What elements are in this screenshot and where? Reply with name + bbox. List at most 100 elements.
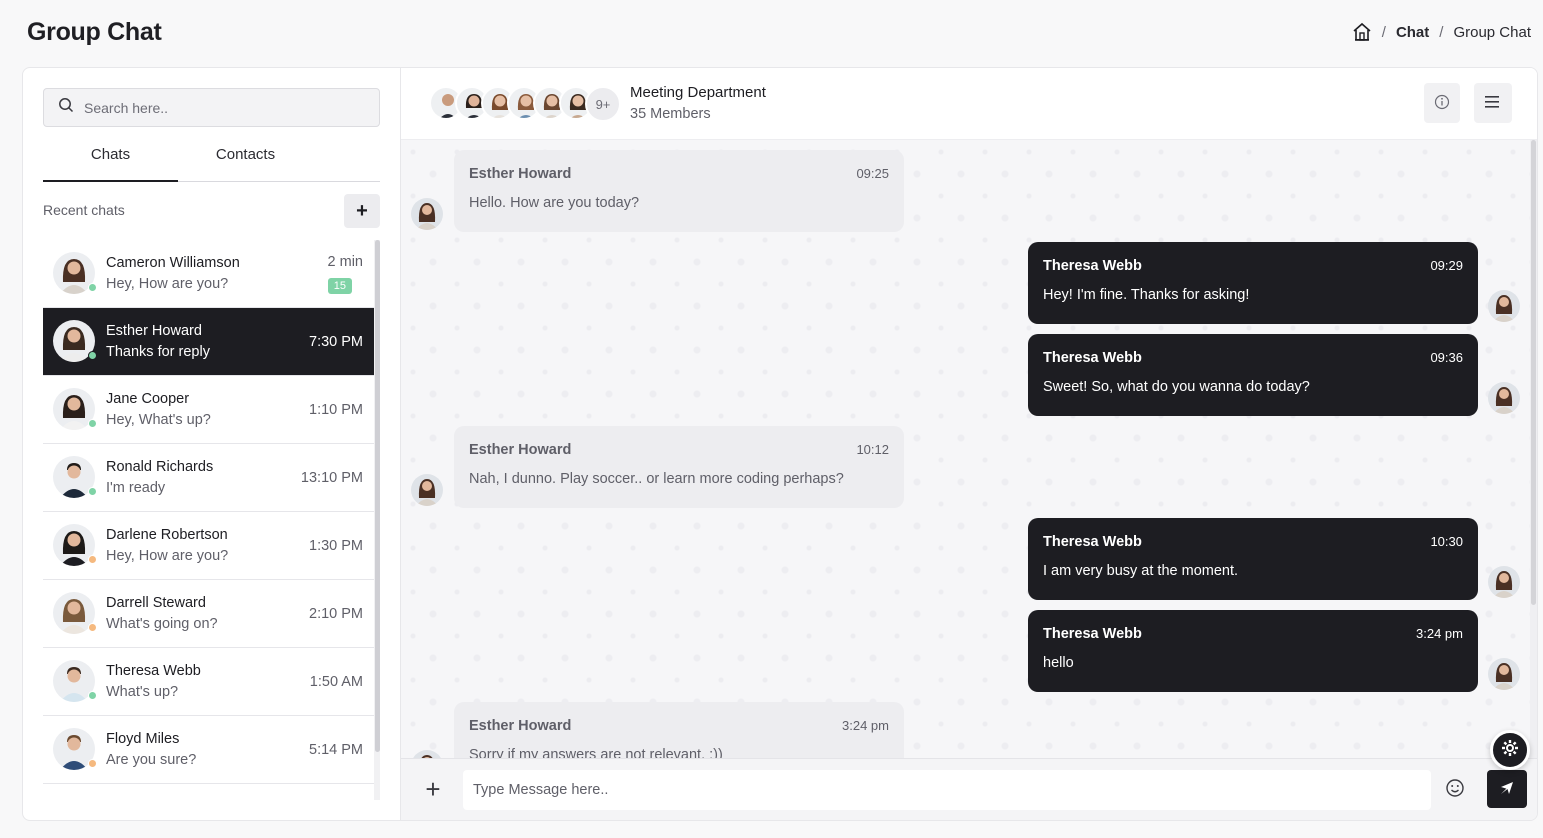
chat-list-item[interactable]: Esther Howard Thanks for reply 7:30 PM	[43, 308, 374, 376]
emoji-button[interactable]	[1443, 777, 1467, 801]
member-avatars[interactable]: 9+	[429, 86, 621, 122]
menu-button[interactable]	[1474, 83, 1512, 123]
chat-list-item[interactable]: Jane Cooper Hey, What's up? 1:10 PM	[43, 376, 374, 444]
chat-list-scroll-thumb[interactable]	[375, 240, 380, 752]
message-bubble-outgoing[interactable]: Theresa Webb 09:29 Hey! I'm fine. Thanks f…	[1028, 242, 1478, 324]
chat-list-item[interactable]: Darrell Steward What's going on? 2:10 PM	[43, 580, 374, 648]
search-icon	[58, 97, 74, 118]
message-bubble-incoming[interactable]: Esther Howard 10:12 Nah, I dunno. Play soc…	[454, 426, 904, 508]
chat-list: Cameron Williamson Hey, How are you? 2 min…	[43, 240, 374, 800]
message-time: 10:30	[1430, 534, 1463, 549]
message-sender: Esther Howard	[469, 718, 572, 734]
message-text: I am very busy at the moment.	[1043, 563, 1239, 579]
message-bubble-incoming[interactable]: Esther Howard 09:25 Hello. How are you tod…	[454, 150, 904, 232]
message-input[interactable]	[463, 770, 1431, 810]
message-area[interactable]: Esther Howard 09:25 Hello. How are you tod…	[401, 140, 1530, 758]
send-icon	[1499, 780, 1515, 799]
message-text: Hey! I'm fine. Thanks for asking!	[1043, 287, 1250, 303]
status-indicator	[88, 690, 97, 700]
group-members-count: 35 Members	[630, 106, 711, 122]
message-composer: +	[401, 758, 1537, 820]
message-time: 10:12	[856, 442, 889, 457]
status-indicator	[88, 554, 97, 564]
sidebar-tabs: Chats Contacts	[43, 138, 380, 182]
chat-list-item[interactable]: Floyd Miles Are you sure? 5:14 PM	[43, 716, 374, 784]
avatar	[411, 474, 443, 506]
message-sender: Esther Howard	[469, 166, 572, 182]
message-sender: Esther Howard	[469, 442, 572, 458]
chat-time: 5:14 PM	[309, 741, 363, 758]
avatar	[411, 198, 443, 230]
status-indicator	[88, 418, 97, 428]
gear-icon	[1501, 739, 1519, 762]
tab-contacts[interactable]: Contacts	[178, 138, 313, 181]
more-members-badge[interactable]: 9+	[585, 86, 621, 122]
avatar	[53, 727, 97, 772]
message-time: 09:29	[1430, 258, 1463, 273]
settings-button[interactable]	[1490, 730, 1530, 770]
conversation-header: 9+ Meeting Department 35 Members	[401, 68, 1537, 140]
breadcrumb-chat[interactable]: Chat	[1396, 24, 1429, 41]
message-bubble-incoming[interactable]: Esther Howard 3:24 pm Sorry if my answers …	[454, 702, 904, 758]
message-time: 3:24 pm	[842, 718, 889, 733]
chat-list-item[interactable]: Cameron Williamson Hey, How are you? 2 min…	[43, 240, 374, 308]
avatar	[1488, 566, 1520, 598]
message-text: Sorry if my answers are not relevant. :)…	[469, 747, 723, 758]
home-icon[interactable]	[1352, 22, 1372, 42]
message-bubble-outgoing[interactable]: Theresa Webb 09:36 Sweet! So, what do you …	[1028, 334, 1478, 416]
chat-time: 1:50 AM	[309, 673, 363, 690]
attach-button[interactable]: +	[415, 771, 451, 807]
avatar	[53, 455, 97, 500]
chat-list-item[interactable]: Ronald Richards I'm ready 13:10 PM	[43, 444, 374, 512]
chat-time: 13:10 PM	[300, 469, 363, 486]
breadcrumb: / Chat / Group Chat	[1352, 22, 1531, 42]
message-time: 09:25	[856, 166, 889, 181]
breadcrumb-group-chat: Group Chat	[1453, 23, 1531, 41]
avatar	[53, 387, 97, 432]
add-chat-button[interactable]: +	[344, 194, 380, 228]
avatar	[1488, 382, 1520, 414]
recent-chats-label: Recent chats	[43, 202, 125, 218]
search-box[interactable]	[43, 88, 380, 127]
page-title: Group Chat	[27, 18, 162, 46]
message-sender: Theresa Webb	[1043, 626, 1142, 642]
message-sender: Theresa Webb	[1043, 258, 1142, 274]
chat-list-item[interactable]: Darlene Robertson Hey, How are you? 1:30 P…	[43, 512, 374, 580]
unread-badge: 15	[327, 278, 352, 294]
avatar	[1488, 290, 1520, 322]
group-name: Meeting Department	[630, 84, 766, 101]
chat-list-item[interactable]: Theresa Webb What's up? 1:50 AM	[43, 648, 374, 716]
avatar	[411, 750, 443, 758]
chat-time: 2 min	[327, 254, 363, 270]
status-indicator	[88, 622, 97, 632]
search-input[interactable]	[84, 99, 364, 116]
status-indicator	[88, 486, 97, 496]
emoji-icon	[1445, 778, 1465, 801]
tab-chats[interactable]: Chats	[43, 138, 178, 182]
chat-sidebar: Chats Contacts Recent chats + Cameron Wi…	[23, 68, 401, 820]
avatar	[53, 523, 97, 568]
chat-time: 7:30 PM	[309, 333, 363, 350]
info-button[interactable]	[1424, 83, 1460, 123]
message-text: Hello. How are you today?	[469, 195, 640, 211]
status-indicator	[88, 758, 97, 768]
message-text: Nah, I dunno. Play soccer.. or learn mor…	[469, 471, 844, 487]
avatar	[53, 251, 97, 296]
avatar	[53, 591, 97, 636]
avatar	[53, 319, 97, 364]
chat-time: 2:10 PM	[309, 605, 363, 622]
message-bubble-outgoing[interactable]: Theresa Webb 10:30 I am very busy at the m…	[1028, 518, 1478, 600]
message-time: 09:36	[1430, 350, 1463, 365]
message-scroll-thumb[interactable]	[1531, 140, 1536, 605]
chat-card: Chats Contacts Recent chats + Cameron Wi…	[22, 67, 1538, 821]
breadcrumb-separator: /	[1439, 23, 1444, 41]
message-text: hello	[1043, 655, 1074, 671]
message-sender: Theresa Webb	[1043, 534, 1142, 550]
message-sender: Theresa Webb	[1043, 350, 1142, 366]
chat-time: 1:10 PM	[309, 401, 363, 418]
send-button[interactable]	[1487, 770, 1527, 808]
message-bubble-outgoing[interactable]: Theresa Webb 3:24 pm hello	[1028, 610, 1478, 692]
message-time: 3:24 pm	[1416, 626, 1463, 641]
info-icon	[1434, 94, 1450, 113]
avatar	[53, 659, 97, 704]
